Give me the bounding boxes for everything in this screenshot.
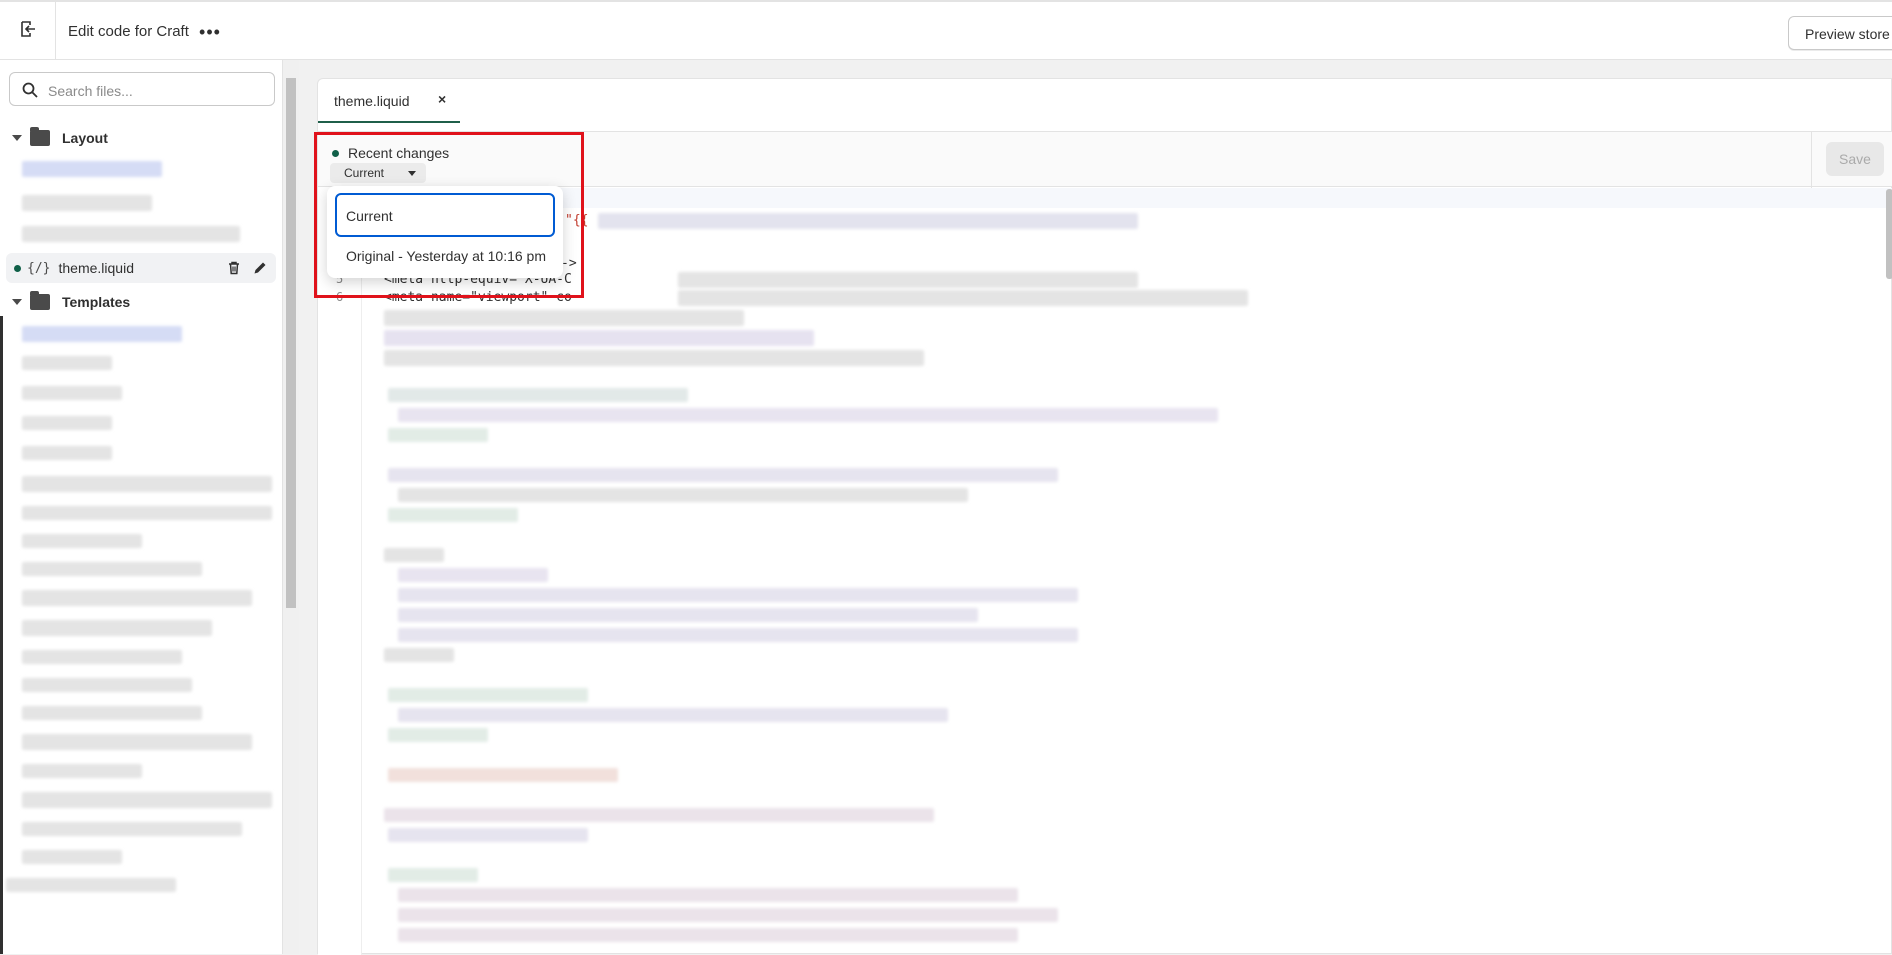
list-item[interactable] [22, 850, 122, 864]
code-line [398, 888, 1018, 902]
list-item[interactable] [22, 590, 252, 606]
list-item[interactable] [22, 195, 152, 211]
line-gutter: 5 6 [318, 188, 362, 955]
list-item[interactable] [22, 416, 112, 430]
more-actions-button[interactable]: ••• [196, 20, 224, 44]
chevron-down-icon [12, 135, 22, 141]
search-input[interactable]: Search files... [9, 72, 275, 106]
code-line [398, 708, 948, 722]
folder-label: Layout [62, 130, 108, 146]
save-button[interactable]: Save [1826, 142, 1884, 176]
preview-store-button[interactable]: Preview store [1788, 16, 1892, 50]
page-title: Edit code for Craft [68, 23, 189, 40]
file-name: theme.liquid [58, 260, 134, 276]
list-item[interactable] [22, 326, 182, 342]
code-line [388, 868, 478, 882]
folder-icon [30, 291, 50, 310]
code-area[interactable]: 5 6 "{{ <meta http-equiv="X-UA-C <meta n… [318, 188, 1892, 955]
list-item[interactable] [22, 734, 252, 750]
code-line [384, 648, 454, 662]
list-item[interactable] [22, 822, 242, 836]
list-item[interactable] [22, 706, 202, 720]
list-item[interactable] [22, 446, 112, 460]
code-line [388, 688, 588, 702]
version-option-original[interactable]: Original - Yesterday at 10:16 pm [346, 248, 546, 264]
code-line [384, 350, 924, 366]
code-line [388, 428, 488, 442]
code-line [598, 213, 1138, 229]
code-line [678, 272, 1138, 288]
list-item[interactable] [22, 562, 202, 576]
code-line [398, 408, 1218, 422]
active-line [362, 188, 1892, 208]
list-item[interactable] [22, 161, 162, 177]
save-area: Save [1811, 132, 1892, 188]
code-line [398, 908, 1058, 922]
tab-label: theme.liquid [334, 93, 410, 109]
top-bar: Edit code for Craft ••• Preview store [0, 0, 1892, 60]
search-icon [22, 82, 38, 103]
exit-icon [19, 20, 37, 43]
sidebar-scrollbar[interactable] [283, 60, 299, 954]
code-line [398, 588, 1078, 602]
code-line [388, 388, 688, 402]
code-line [384, 310, 744, 326]
trash-icon[interactable] [226, 260, 242, 281]
exit-button[interactable] [0, 2, 56, 60]
list-item[interactable] [22, 356, 112, 370]
code-line [384, 548, 444, 562]
code-line [398, 488, 968, 502]
list-item[interactable] [22, 764, 142, 778]
version-option-current[interactable]: Current [335, 193, 555, 237]
folder-layout[interactable]: Layout [12, 126, 108, 150]
code-line [388, 468, 1058, 482]
search-placeholder: Search files... [48, 83, 133, 99]
code-fragment: -> [561, 256, 577, 271]
code-line [388, 768, 618, 782]
list-item[interactable] [22, 792, 272, 808]
file-item-theme-liquid[interactable]: {/} theme.liquid [6, 253, 276, 283]
folder-templates[interactable]: Templates [12, 290, 130, 314]
list-item[interactable] [22, 506, 272, 520]
code-line [384, 808, 934, 822]
code-file-icon: {/} [27, 260, 51, 276]
scrollbar-thumb[interactable] [286, 78, 296, 608]
list-item[interactable] [22, 620, 212, 636]
code-line [384, 330, 814, 346]
list-item[interactable] [22, 678, 192, 692]
code-line [388, 728, 488, 742]
code-line [398, 928, 1018, 942]
modified-indicator [14, 264, 21, 272]
pencil-icon[interactable] [252, 260, 268, 281]
folder-icon [30, 127, 50, 146]
file-sidebar: Search files... Layout {/} theme.liquid … [0, 60, 283, 954]
code-line [398, 568, 548, 582]
list-item[interactable] [6, 878, 176, 892]
list-item[interactable] [22, 534, 142, 548]
folder-label: Templates [62, 294, 131, 310]
list-item[interactable] [22, 226, 240, 242]
version-dropdown: Current Original - Yesterday at 10:16 pm [327, 186, 563, 278]
code-line [398, 628, 1078, 642]
editor-scrollbar[interactable] [1886, 189, 1892, 279]
list-item[interactable] [22, 386, 122, 400]
list-item[interactable] [22, 476, 272, 492]
chevron-down-icon [12, 299, 22, 305]
tab-theme-liquid[interactable]: theme.liquid × [318, 79, 460, 123]
list-item[interactable] [22, 650, 182, 664]
code-line [388, 508, 518, 522]
close-icon[interactable]: × [438, 91, 446, 107]
code-line [678, 290, 1248, 306]
sidebar-edge [0, 316, 3, 954]
code-line [398, 608, 978, 622]
code-line [388, 828, 588, 842]
